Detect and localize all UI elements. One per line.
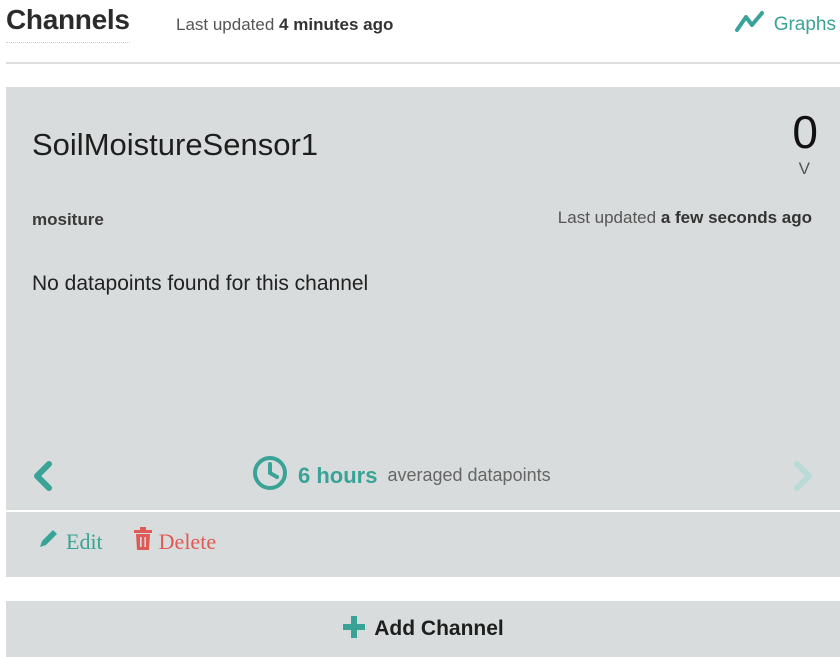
chevron-left-icon[interactable] (32, 461, 54, 496)
card-divider (6, 510, 840, 512)
channel-updated-prefix: Last updated (557, 208, 657, 227)
delete-label: Delete (158, 529, 217, 554)
add-channel-button[interactable]: Add Channel (6, 601, 840, 657)
channel-last-updated: Last updated a few seconds ago (558, 208, 812, 228)
chevron-right-icon[interactable] (792, 461, 814, 496)
channel-value: 0 (792, 106, 818, 158)
clock-icon (252, 455, 288, 496)
empty-datapoints-message: No datapoints found for this channel (32, 272, 369, 295)
last-updated-prefix: Last updated (176, 15, 275, 34)
graph-icon (734, 10, 766, 40)
add-channel-label: Add Channel (374, 617, 504, 640)
header-divider (6, 62, 840, 64)
plus-icon (342, 615, 366, 644)
channel-unit: V (798, 159, 810, 178)
last-updated-time: 4 minutes ago (279, 15, 394, 34)
time-range-nav: 6 hours averaged datapoints (6, 455, 840, 495)
delete-button[interactable]: Delete (133, 527, 216, 557)
edit-label: Edit (66, 529, 103, 554)
page-header: Channels Last updated 4 minutes ago Grap… (0, 0, 840, 64)
graphs-label: Graphs (773, 14, 836, 35)
channel-updated-time: a few seconds ago (660, 208, 812, 227)
page-title: Channels (6, 4, 130, 43)
trash-icon (133, 527, 153, 557)
time-range: 6 hours averaged datapoints (252, 455, 551, 496)
channel-actions: Edit Delete (36, 527, 216, 557)
graphs-link[interactable]: Graphs (734, 10, 836, 40)
pencil-icon (36, 527, 60, 557)
channel-card: SoilMoistureSensor1 0 V mositure Last up… (6, 87, 840, 577)
time-range-label: averaged datapoints (387, 465, 551, 485)
channel-field: mositure (32, 210, 104, 229)
last-updated: Last updated 4 minutes ago (176, 15, 393, 35)
channel-name: SoilMoistureSensor1 (32, 127, 319, 162)
edit-button[interactable]: Edit (36, 527, 103, 557)
time-range-value: 6 hours (298, 462, 378, 488)
